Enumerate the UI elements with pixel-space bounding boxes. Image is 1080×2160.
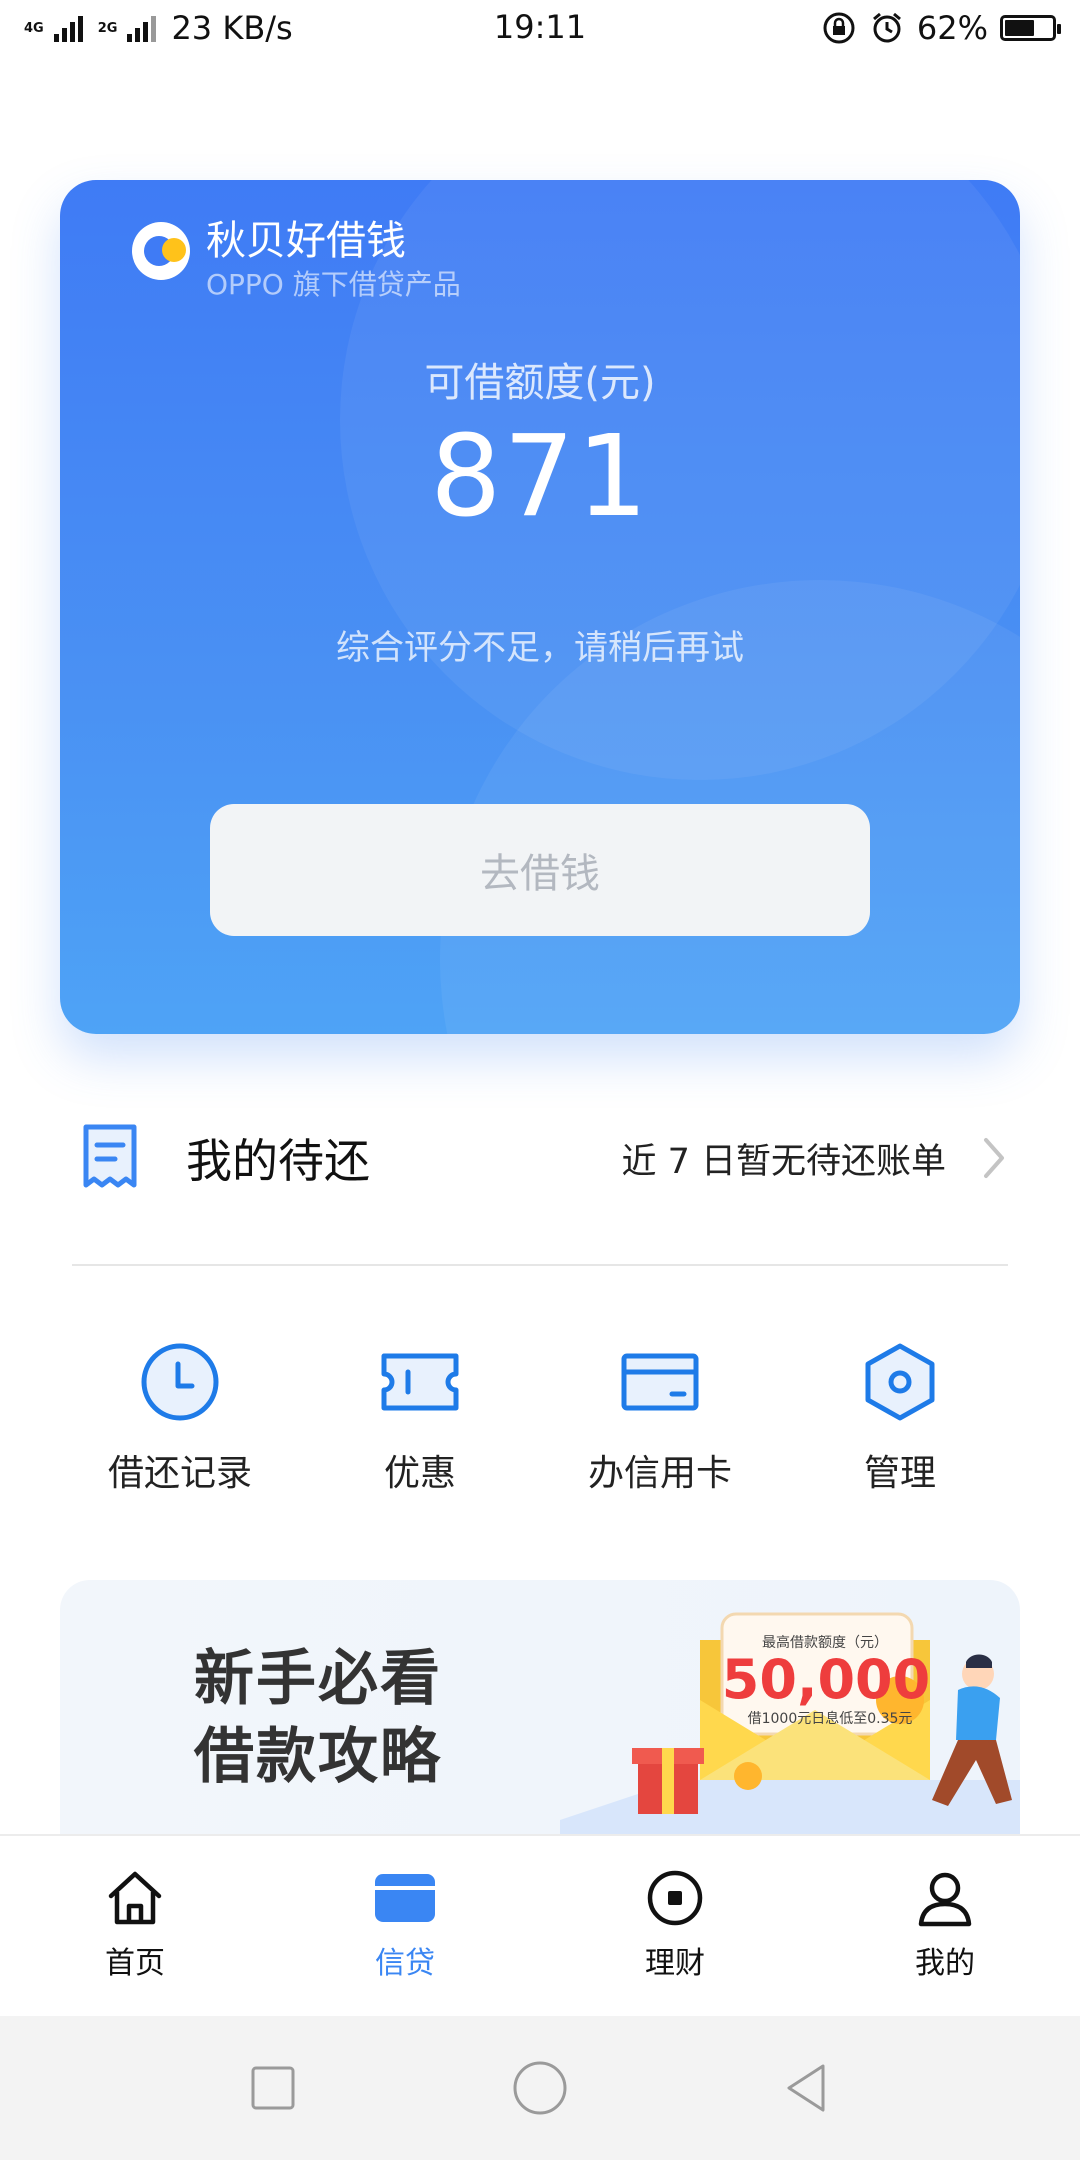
back-icon[interactable] xyxy=(777,2058,837,2118)
pending-title: 我的待还 xyxy=(186,1134,370,1188)
finance-icon xyxy=(647,1870,703,1926)
rotation-lock-icon xyxy=(823,12,855,44)
clock-icon xyxy=(141,1343,219,1421)
brand: 秋贝好借钱 OPPO 旗下借贷产品 xyxy=(132,216,461,304)
tab-home[interactable]: 首页 xyxy=(0,1836,270,2016)
signal-icon xyxy=(53,16,83,42)
network-type-4g: 4G xyxy=(24,20,44,36)
recents-icon[interactable] xyxy=(243,2058,303,2118)
brand-logo-icon xyxy=(132,222,190,280)
hexagon-settings-icon xyxy=(865,1343,935,1421)
action-loan-records[interactable]: 借还记录 xyxy=(60,1340,300,1500)
credit-card-icon xyxy=(621,1353,699,1411)
action-label: 借还记录 xyxy=(107,1453,252,1494)
status-right: 62% xyxy=(821,9,1061,47)
banner-amount: 50,000 xyxy=(721,1648,931,1711)
borrow-button[interactable]: 去借钱 xyxy=(210,804,870,936)
tab-credit[interactable]: 信贷 xyxy=(270,1836,540,2016)
quick-actions: 借还记录 优惠 办信用卡 管理 xyxy=(60,1340,1020,1500)
tab-mine[interactable]: 我的 xyxy=(810,1836,1080,2016)
brand-name: 秋贝好借钱 xyxy=(206,218,406,264)
bottom-tab-bar: 首页 信贷 理财 我的 xyxy=(0,1834,1080,2016)
signal-icon xyxy=(127,16,157,42)
bill-icon xyxy=(83,1124,137,1188)
tab-label: 理财 xyxy=(645,1946,705,1981)
credit-quota-card: 秋贝好借钱 OPPO 旗下借贷产品 可借额度(元) 871 综合评分不足，请稍后… xyxy=(60,180,1020,1034)
network-type-2g: 2G xyxy=(97,20,118,36)
brand-subtitle: OPPO 旗下借贷产品 xyxy=(206,268,461,301)
status-bar: 4G 2G 23 KB/s 19:11 62% xyxy=(0,0,1080,56)
banner-title-line: 借款攻略 xyxy=(194,1722,442,1792)
action-label: 管理 xyxy=(863,1453,936,1494)
tab-label: 首页 xyxy=(105,1946,165,1981)
battery-fill xyxy=(1005,20,1034,36)
quota-value: 871 xyxy=(430,412,650,542)
battery-percent: 62% xyxy=(916,9,988,47)
divider xyxy=(72,1264,1008,1266)
home-icon xyxy=(108,1871,162,1925)
action-label: 办信用卡 xyxy=(587,1453,732,1494)
alarm-icon xyxy=(872,12,901,43)
status-left: 4G 2G 23 KB/s xyxy=(24,9,293,47)
action-apply-credit-card[interactable]: 办信用卡 xyxy=(540,1340,780,1500)
network-speed: 23 KB/s xyxy=(171,9,293,47)
banner-title: 新手必看 借款攻略 xyxy=(194,1640,442,1796)
pending-status: 近 7 日暂无待还账单 xyxy=(621,1141,946,1182)
chevron-right-icon xyxy=(984,1138,1004,1178)
action-manage[interactable]: 管理 xyxy=(780,1340,1020,1500)
person-icon xyxy=(918,1872,972,1927)
battery-icon xyxy=(1000,15,1061,41)
tab-label: 我的 xyxy=(915,1946,975,1981)
action-label: 优惠 xyxy=(383,1453,456,1494)
guide-banner[interactable]: 新手必看 借款攻略 最高借款额度（元） 50,000 借1000元日息低至0.3… xyxy=(60,1580,1020,1840)
coupon-icon xyxy=(381,1353,459,1411)
action-coupons[interactable]: 优惠 xyxy=(300,1340,540,1500)
system-navigation-bar xyxy=(0,2016,1080,2160)
banner-title-line: 新手必看 xyxy=(194,1644,442,1714)
tab-label: 信贷 xyxy=(375,1946,435,1981)
card-icon xyxy=(375,1874,435,1922)
pending-repayments-row[interactable]: 我的待还 近 7 日暂无待还账单 xyxy=(72,1108,1008,1208)
tab-wealth[interactable]: 理财 xyxy=(540,1836,810,2016)
home-circle-icon[interactable] xyxy=(510,2058,570,2118)
banner-amount-note: 借1000元日息低至0.35元 xyxy=(747,1711,913,1727)
quota-note: 综合评分不足，请稍后再试 xyxy=(336,628,744,668)
quota-label: 可借额度(元) xyxy=(424,360,656,406)
